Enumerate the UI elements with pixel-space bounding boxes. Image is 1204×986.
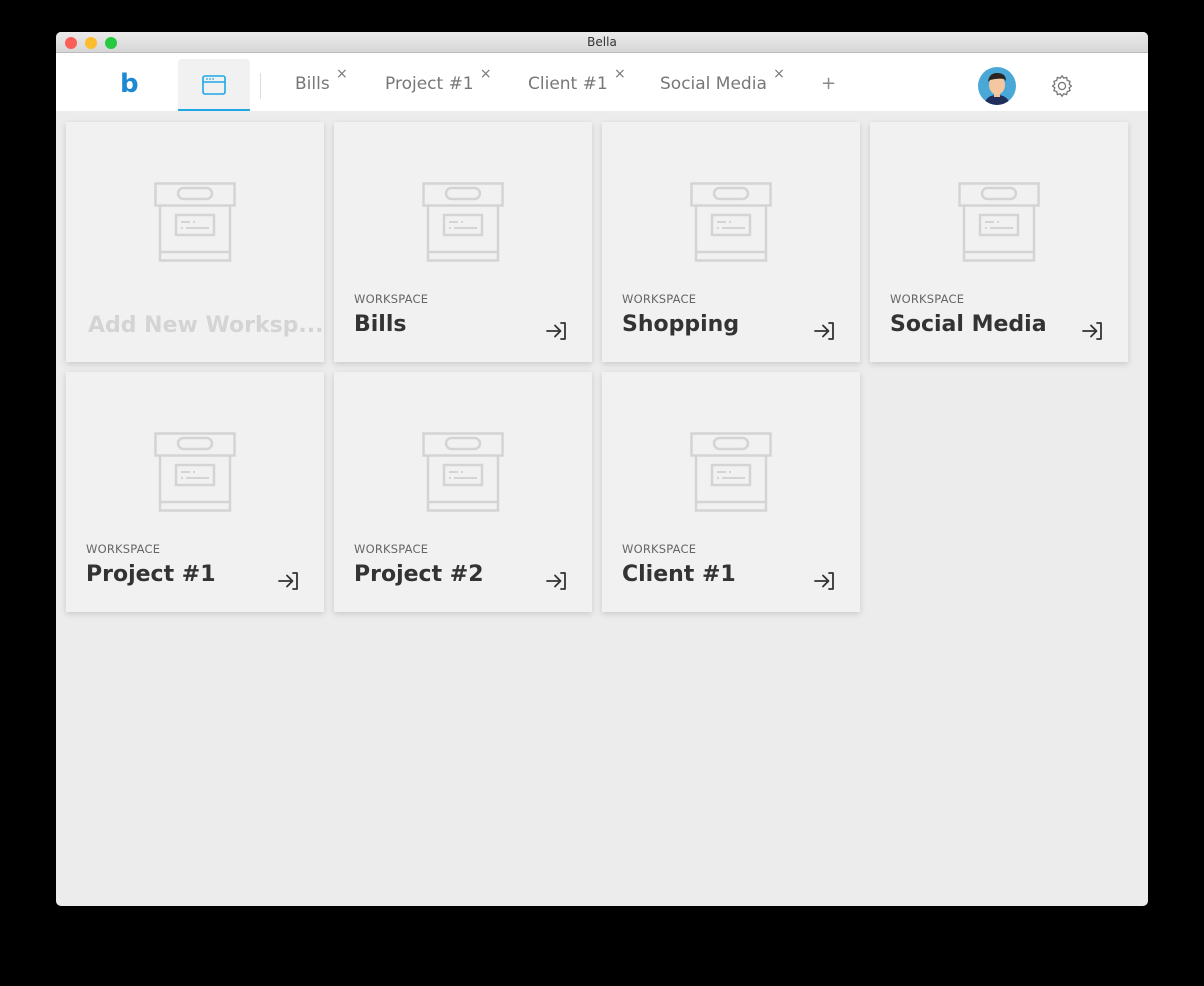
workspace-type: WORKSPACE (622, 542, 697, 556)
archive-box-icon (958, 182, 1040, 262)
tab-label: Bills (295, 74, 330, 94)
workspace-name: Social Media (890, 312, 1047, 337)
browser-window-icon (202, 75, 226, 95)
gear-icon[interactable] (1049, 73, 1075, 99)
workspace-type: WORKSPACE (890, 292, 965, 306)
tab-home[interactable] (178, 59, 250, 111)
divider (260, 73, 261, 99)
workspace-name: Project #1 (86, 562, 216, 587)
enter-arrow-icon[interactable] (545, 320, 569, 342)
workspace-type: WORKSPACE (354, 542, 429, 556)
workspace-type: WORKSPACE (86, 542, 161, 556)
tab-label: Social Media (660, 74, 767, 94)
tab-label: Project #1 (385, 74, 474, 94)
tab-bills[interactable]: Bills × (295, 66, 348, 95)
tab-project-1[interactable]: Project #1 × (385, 66, 492, 95)
maximize-window-button[interactable] (105, 37, 117, 49)
workspace-card[interactable]: WORKSPACE Project #2 (334, 372, 592, 612)
workspace-card[interactable]: WORKSPACE Bills (334, 122, 592, 362)
archive-box-icon (422, 182, 504, 262)
workspace-card[interactable]: WORKSPACE Shopping (602, 122, 860, 362)
close-tab-icon[interactable]: × (480, 63, 492, 85)
workspace-name: Client #1 (622, 562, 736, 587)
add-tab-button[interactable]: + (821, 73, 836, 94)
workspace-name: Bills (354, 312, 407, 337)
app-logo: b (120, 69, 139, 99)
user-avatar-icon (984, 73, 1010, 105)
archive-box-icon (422, 432, 504, 512)
enter-arrow-icon[interactable] (1081, 320, 1105, 342)
close-window-button[interactable] (65, 37, 77, 49)
archive-box-icon (690, 182, 772, 262)
close-tab-icon[interactable]: × (336, 63, 348, 85)
title-bar: Bella (56, 32, 1148, 53)
enter-arrow-icon[interactable] (545, 570, 569, 592)
workspace-type: WORKSPACE (622, 292, 697, 306)
workspace-name: Shopping (622, 312, 740, 337)
enter-arrow-icon[interactable] (277, 570, 301, 592)
minimize-window-button[interactable] (85, 37, 97, 49)
tab-label: Client #1 (528, 74, 608, 94)
archive-box-icon (154, 432, 236, 512)
avatar[interactable] (978, 67, 1016, 105)
tab-social-media[interactable]: Social Media × (660, 66, 785, 95)
enter-arrow-icon[interactable] (813, 570, 837, 592)
window-title: Bella (587, 35, 617, 49)
archive-box-icon (154, 182, 236, 262)
workspace-name: Project #2 (354, 562, 484, 587)
tab-bar: b Bills × Project #1 × Client #1 × Social M… (56, 53, 1148, 111)
add-workspace-card[interactable]: Add New Worksp... (66, 122, 324, 362)
workspace-card[interactable]: WORKSPACE Project #1 (66, 372, 324, 612)
enter-arrow-icon[interactable] (813, 320, 837, 342)
tab-client-1[interactable]: Client #1 × (528, 66, 626, 95)
add-workspace-label: Add New Worksp... (88, 313, 324, 338)
archive-box-icon (690, 432, 772, 512)
close-tab-icon[interactable]: × (773, 63, 785, 85)
app-window: Bella b Bills × Project #1 × Client #1 × So… (56, 32, 1148, 906)
workspace-type: WORKSPACE (354, 292, 429, 306)
close-tab-icon[interactable]: × (614, 63, 626, 85)
workspace-card[interactable]: WORKSPACE Social Media (870, 122, 1128, 362)
workspace-card[interactable]: WORKSPACE Client #1 (602, 372, 860, 612)
